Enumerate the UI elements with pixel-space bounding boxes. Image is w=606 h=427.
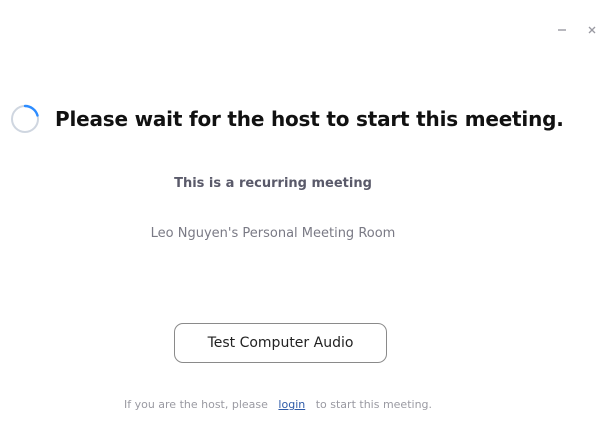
close-button[interactable]	[584, 22, 600, 38]
window-controls	[554, 22, 600, 38]
login-link[interactable]: login	[278, 398, 305, 411]
recurring-meeting-label: This is a recurring meeting	[174, 176, 372, 191]
meeting-room-name: Leo Nguyen's Personal Meeting Room	[150, 226, 396, 241]
status-header: Please wait for the host to start this m…	[10, 104, 564, 134]
minimize-icon	[558, 29, 566, 31]
loading-spinner-icon	[11, 104, 39, 133]
close-icon	[588, 26, 596, 34]
page-title: Please wait for the host to start this m…	[55, 107, 564, 131]
host-login-hint: If you are the host, please login to sta…	[0, 398, 556, 411]
host-hint-suffix: to start this meeting.	[315, 398, 433, 411]
minimize-button[interactable]	[554, 22, 570, 38]
test-computer-audio-button[interactable]: Test Computer Audio	[174, 323, 387, 363]
waiting-for-host-window: Please wait for the host to start this m…	[0, 0, 606, 427]
host-hint-prefix: If you are the host, please	[123, 398, 268, 411]
